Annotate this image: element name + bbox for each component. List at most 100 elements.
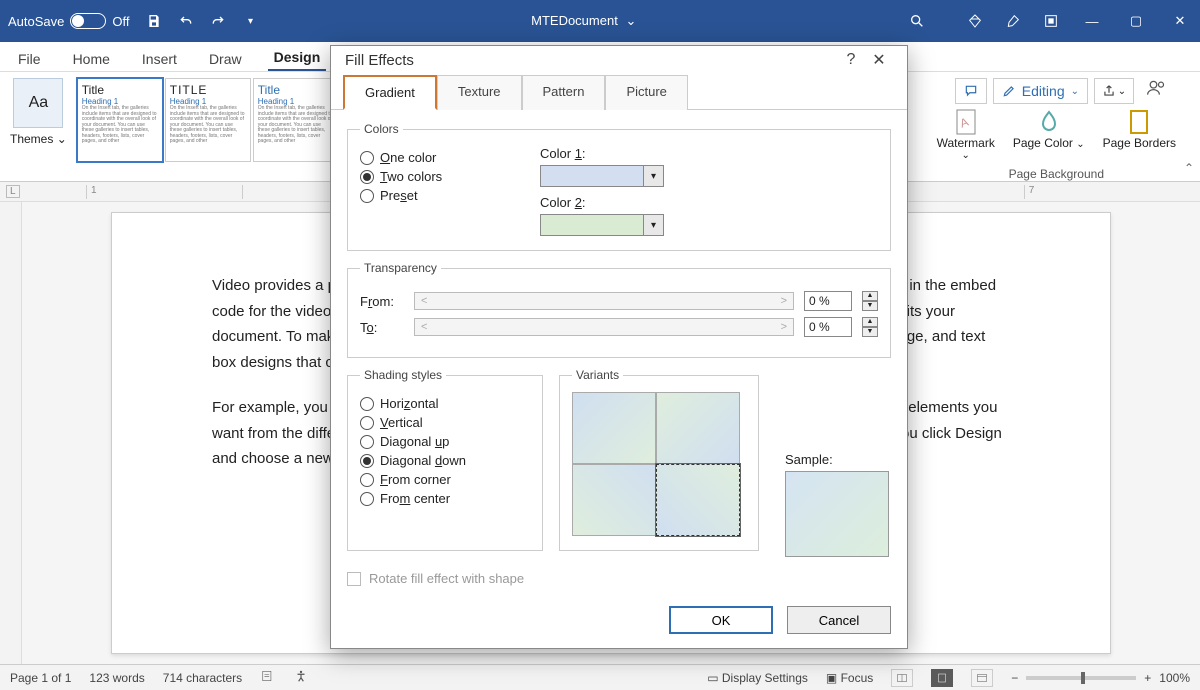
spellcheck-icon[interactable] xyxy=(260,669,276,686)
style-gallery[interactable]: Title Heading 1 On the Insert tab, the g… xyxy=(77,78,339,162)
diamond-icon[interactable] xyxy=(966,12,984,30)
document-title[interactable]: MTEDocument ⌄ xyxy=(259,13,908,29)
chevron-down-icon[interactable]: ▾ xyxy=(644,165,664,187)
page-background-group: A Watermark⌄ Page Color ⌄ Page Borders P… xyxy=(937,108,1176,181)
redo-icon[interactable] xyxy=(209,12,227,30)
radio-vertical[interactable]: Vertical xyxy=(360,415,530,430)
chevron-down-icon[interactable]: ▾ xyxy=(644,214,664,236)
search-icon[interactable] xyxy=(908,12,926,30)
variant-3[interactable] xyxy=(572,464,656,536)
editing-mode-button[interactable]: Editing ⌄ xyxy=(993,78,1088,104)
color2-swatch xyxy=(540,214,644,236)
dialog-titlebar[interactable]: Fill Effects ? ✕ xyxy=(331,46,907,74)
svg-text:A: A xyxy=(958,115,970,131)
brush-icon[interactable] xyxy=(1004,12,1022,30)
status-words[interactable]: 123 words xyxy=(89,671,144,685)
tab-design[interactable]: Design xyxy=(268,45,327,71)
fill-effects-dialog: Fill Effects ? ✕ Gradient Texture Patter… xyxy=(330,45,908,649)
minimize-button[interactable]: — xyxy=(1080,14,1104,29)
vertical-ruler[interactable] xyxy=(0,202,22,664)
color2-label: Color 2: xyxy=(540,195,878,210)
tab-texture[interactable]: Texture xyxy=(437,75,522,110)
radio-diagonal-down[interactable]: Diagonal down xyxy=(360,453,530,468)
to-value[interactable]: 0 % xyxy=(804,317,852,337)
radio-from-corner[interactable]: From corner xyxy=(360,472,530,487)
variant-2[interactable] xyxy=(656,392,740,464)
chevron-down-icon: ⌄ xyxy=(57,132,67,146)
accessibility-icon[interactable] xyxy=(294,669,308,686)
autosave-label: AutoSave xyxy=(8,14,64,29)
focus-button[interactable]: ▣ Focus xyxy=(826,671,873,685)
zoom-in-button[interactable]: + xyxy=(1144,671,1151,685)
autosave-control[interactable]: AutoSave Off xyxy=(8,13,129,29)
account-icon[interactable] xyxy=(1146,78,1166,101)
status-page[interactable]: Page 1 of 1 xyxy=(10,671,71,685)
radio-two-colors[interactable]: Two colors xyxy=(360,169,540,184)
radio-diagonal-up[interactable]: Diagonal up xyxy=(360,434,530,449)
ribbon-collapse-icon[interactable]: ⌃ xyxy=(1184,161,1194,175)
variant-4[interactable] xyxy=(656,464,740,536)
display-settings-button[interactable]: ▭ Display Settings xyxy=(707,671,808,685)
read-mode-button[interactable] xyxy=(891,669,913,687)
status-chars[interactable]: 714 characters xyxy=(163,671,242,685)
maximize-button[interactable]: ▢ xyxy=(1124,13,1148,29)
from-spinner[interactable]: ▲▼ xyxy=(862,291,878,311)
color2-picker[interactable]: ▾ xyxy=(540,214,878,236)
tab-home[interactable]: Home xyxy=(67,47,116,71)
themes-button[interactable]: Aa xyxy=(13,78,63,128)
dialog-buttons: OK Cancel xyxy=(331,596,907,648)
zoom-out-button[interactable]: − xyxy=(1011,671,1018,685)
style-card-1[interactable]: Title Heading 1 On the Insert tab, the g… xyxy=(77,78,163,162)
radio-horizontal[interactable]: Horizontal xyxy=(360,396,530,411)
tab-file[interactable]: File xyxy=(12,47,47,71)
page-borders-button[interactable]: Page Borders xyxy=(1103,108,1176,161)
page-color-icon xyxy=(1035,108,1063,136)
sample-preview: Sample: xyxy=(785,452,889,557)
style-card-3[interactable]: Title Heading 1 On the Insert tab, the g… xyxy=(253,78,339,162)
color1-picker[interactable]: ▾ xyxy=(540,165,878,187)
to-slider[interactable]: <> xyxy=(414,318,794,336)
colors-legend: Colors xyxy=(360,122,403,136)
radio-from-center[interactable]: From center xyxy=(360,491,530,506)
dialog-body: Colors One color Two colors Preset Color… xyxy=(331,110,907,596)
variants-group: Variants xyxy=(559,368,759,551)
qat-dropdown-icon[interactable]: ▾ xyxy=(241,12,259,30)
web-layout-button[interactable] xyxy=(971,669,993,687)
tab-pattern[interactable]: Pattern xyxy=(522,75,606,110)
radio-one-color[interactable]: One color xyxy=(360,150,540,165)
zoom-slider[interactable] xyxy=(1026,676,1136,680)
undo-icon[interactable] xyxy=(177,12,195,30)
print-layout-button[interactable] xyxy=(931,669,953,687)
ribbon-right-group: Editing ⌄ ⌄ xyxy=(955,78,1190,104)
close-window-button[interactable]: ✕ xyxy=(1168,13,1192,29)
app-icon[interactable] xyxy=(1042,12,1060,30)
sample-label: Sample: xyxy=(785,452,889,467)
tab-selector[interactable]: L xyxy=(6,185,20,198)
zoom-value[interactable]: 100% xyxy=(1159,671,1190,685)
color1-label: Color 1: xyxy=(540,146,878,161)
save-icon[interactable] xyxy=(145,12,163,30)
style-card-2[interactable]: TITLE Heading 1 On the Insert tab, the g… xyxy=(165,78,251,162)
colors-group: Colors One color Two colors Preset Color… xyxy=(347,122,891,251)
watermark-button[interactable]: A Watermark⌄ xyxy=(937,108,995,161)
tab-picture[interactable]: Picture xyxy=(605,75,687,110)
radio-preset[interactable]: Preset xyxy=(360,188,540,203)
from-value[interactable]: 0 % xyxy=(804,291,852,311)
from-slider[interactable]: <> xyxy=(414,292,794,310)
help-button[interactable]: ? xyxy=(837,51,865,69)
zoom-control[interactable]: − + 100% xyxy=(1011,671,1190,685)
tab-draw[interactable]: Draw xyxy=(203,47,248,71)
share-button[interactable]: ⌄ xyxy=(1094,78,1134,104)
variant-1[interactable] xyxy=(572,392,656,464)
cancel-button[interactable]: Cancel xyxy=(787,606,891,634)
to-spinner[interactable]: ▲▼ xyxy=(862,317,878,337)
close-button[interactable]: ✕ xyxy=(865,50,893,70)
tab-insert[interactable]: Insert xyxy=(136,47,183,71)
shading-styles-group: Shading styles Horizontal Vertical Diago… xyxy=(347,368,543,551)
ok-button[interactable]: OK xyxy=(669,606,773,634)
tab-gradient[interactable]: Gradient xyxy=(343,75,437,110)
autosave-toggle[interactable] xyxy=(70,13,106,29)
page-color-button[interactable]: Page Color ⌄ xyxy=(1013,108,1085,161)
transparency-legend: Transparency xyxy=(360,261,441,275)
comments-button[interactable] xyxy=(955,78,987,104)
